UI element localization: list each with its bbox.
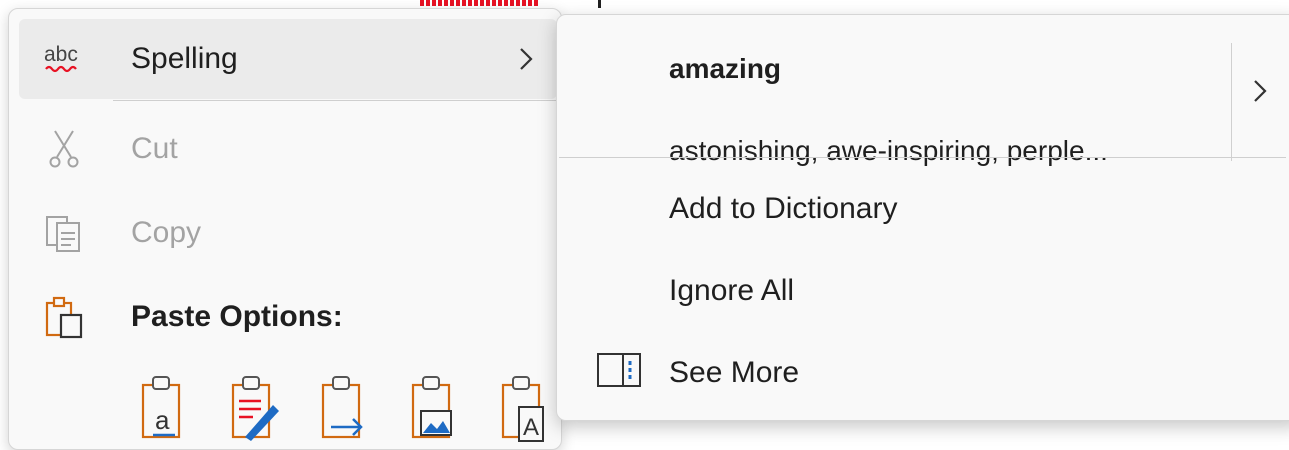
see-more-button[interactable]: See More	[669, 353, 799, 393]
copy-icon	[46, 216, 80, 252]
menu-separator	[113, 100, 557, 101]
menu-item-spelling[interactable]: abc Spelling	[19, 19, 557, 99]
chevron-right-icon[interactable]	[1249, 77, 1271, 105]
paste-keep-source-icon[interactable]: a	[137, 371, 193, 443]
spelling-submenu: amazing astonishing, awe-inspiring, perp…	[556, 14, 1289, 421]
paste-keep-text-only-icon[interactable]	[317, 371, 373, 443]
spelling-error-underline	[420, 0, 538, 6]
copy-label: Copy	[131, 216, 202, 249]
spelling-label: Spelling	[131, 42, 238, 75]
chevron-right-icon	[520, 48, 533, 70]
synonym-list[interactable]: astonishing, awe-inspiring, perple...	[669, 133, 1108, 169]
paste-picture-icon[interactable]	[407, 371, 463, 443]
synonym-word[interactable]: amazing	[669, 51, 781, 87]
menu-item-copy[interactable]: Copy	[19, 193, 557, 273]
menu-item-paste-options: Paste Options:	[19, 277, 557, 357]
svg-text:abc: abc	[44, 43, 78, 66]
svg-text:a: a	[155, 405, 170, 435]
submenu-separator	[559, 157, 1286, 158]
paste-options-label: Paste Options:	[131, 300, 343, 333]
context-menu: abc Spelling Cut Copy Paste Options: a A	[8, 8, 562, 450]
clipboard-icon	[45, 296, 83, 339]
synonym-separator	[1231, 43, 1232, 161]
scissors-icon	[49, 130, 79, 168]
ignore-all-button[interactable]: Ignore All	[669, 271, 794, 311]
reading-pane-icon	[597, 353, 641, 387]
text-cursor	[598, 0, 601, 8]
paste-merge-formatting-icon[interactable]	[227, 371, 283, 443]
svg-text:A: A	[523, 414, 539, 441]
cut-label: Cut	[131, 132, 178, 165]
abc-spelling-icon: abc	[44, 43, 78, 73]
menu-item-cut[interactable]: Cut	[19, 109, 557, 189]
add-to-dictionary-button[interactable]: Add to Dictionary	[669, 189, 897, 229]
paste-text-icon[interactable]: A	[497, 371, 553, 443]
